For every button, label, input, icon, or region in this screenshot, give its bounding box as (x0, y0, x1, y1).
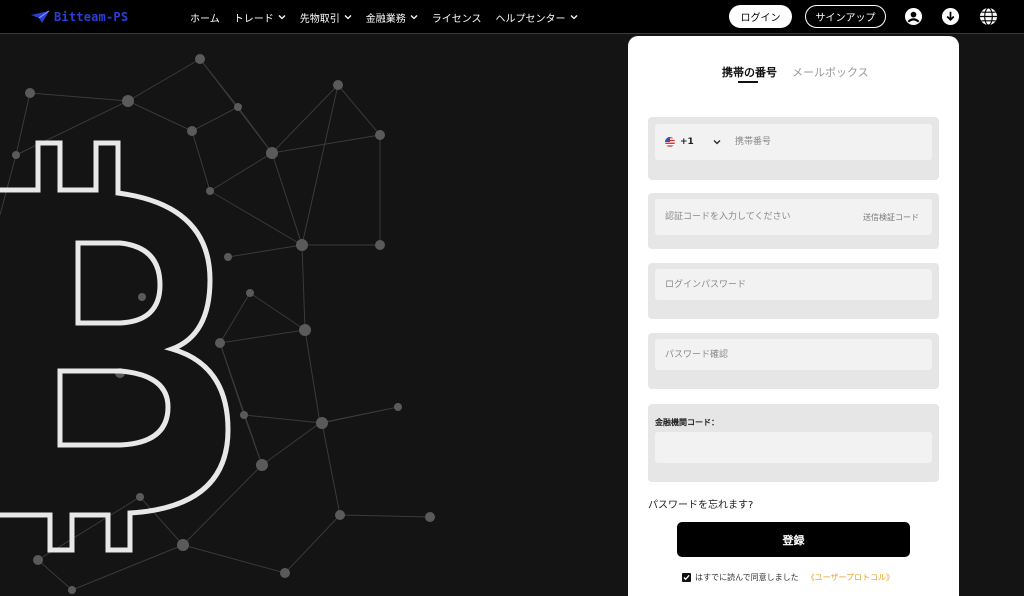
chevron-down-icon (278, 15, 286, 20)
signup-button[interactable]: サインアップ (805, 5, 886, 28)
phone-group: +1 (648, 117, 939, 180)
chevron-down-icon (344, 15, 352, 20)
confirm-password-input[interactable] (655, 339, 932, 370)
nav-label: 先物取引 (299, 13, 340, 25)
confirm-password-field-wrapper (655, 339, 932, 370)
password-field-wrapper (655, 269, 932, 300)
institution-code-label: 金融機関コード： (655, 418, 719, 427)
register-panel: 携帯の番号 メールボックス +1 携帯番号 認証コードを入力してください 送信検… (628, 36, 959, 596)
nav-item-futures[interactable]: 先物取引 (300, 10, 352, 25)
download-icon[interactable] (941, 7, 960, 26)
password-group (648, 263, 939, 319)
country-code-select[interactable]: +1 (655, 124, 727, 160)
tab-phone[interactable]: 携帯の番号 (722, 64, 777, 80)
verification-code-group: 送信検証コード (648, 193, 939, 249)
login-button[interactable]: ログイン (729, 5, 792, 28)
agree-text: はすでに読んで同意しました (695, 573, 799, 582)
bitcoin-network-background (0, 54, 435, 594)
verification-code-input[interactable] (655, 199, 863, 235)
nav-item-help-center[interactable]: ヘルプセンター (496, 10, 578, 25)
us-flag-icon (665, 137, 675, 147)
forgot-password-link[interactable]: パスワードを忘れます? (648, 496, 753, 511)
nav-item-home[interactable]: ホーム (190, 10, 220, 25)
phone-field-wrapper: +1 (655, 124, 932, 160)
nav-label: トレード (233, 13, 274, 25)
nav-label: ライセンス (431, 13, 482, 25)
agree-checkbox[interactable] (682, 573, 691, 582)
checkmark-icon (683, 574, 690, 581)
user-icon[interactable] (904, 7, 923, 26)
main-nav: ホーム トレード 先物取引 金融業務 ライセンス ヘルプセンター (190, 0, 592, 34)
brand-name: Bitteam-PS (54, 10, 129, 24)
nav-label: ヘルプセンター (495, 13, 566, 25)
top-navbar: Bitteam-PS ホーム トレード 先物取引 金融業務 ライセンス ヘルプセ… (0, 0, 1024, 34)
institution-code-group: 金融機関コード： (648, 404, 939, 482)
active-tab-underline (738, 81, 758, 83)
tab-email[interactable]: メールボックス (792, 64, 869, 80)
nav-item-finance[interactable]: 金融業務 (366, 10, 418, 25)
code-field-wrapper: 送信検証コード (655, 199, 932, 235)
nav-item-license[interactable]: ライセンス (432, 10, 482, 25)
phone-input[interactable] (727, 124, 932, 160)
institution-code-input[interactable] (655, 432, 932, 463)
password-input[interactable] (655, 269, 932, 300)
nav-item-trade[interactable]: トレード (234, 10, 286, 25)
chevron-down-icon (570, 15, 577, 20)
user-protocol-link[interactable]: 《ユーザープロトコル》 (807, 572, 894, 583)
brand-logo[interactable]: Bitteam-PS (30, 8, 128, 26)
send-code-button[interactable]: 送信検証コード (863, 212, 932, 223)
chevron-down-icon (713, 140, 721, 145)
country-code: +1 (680, 137, 694, 147)
register-button[interactable]: 登録 (677, 522, 910, 557)
paper-plane-icon (31, 10, 50, 23)
agreement-row: はすでに読んで同意しました 《ユーザープロトコル》 (682, 572, 894, 583)
confirm-password-group (648, 333, 939, 389)
nav-label: ホーム (190, 13, 220, 25)
register-tabs: 携帯の番号 メールボックス (628, 64, 959, 94)
globe-icon[interactable] (979, 7, 998, 26)
nav-label: 金融業務 (365, 13, 406, 25)
institution-field-wrapper (655, 432, 932, 463)
chevron-down-icon (410, 15, 418, 20)
